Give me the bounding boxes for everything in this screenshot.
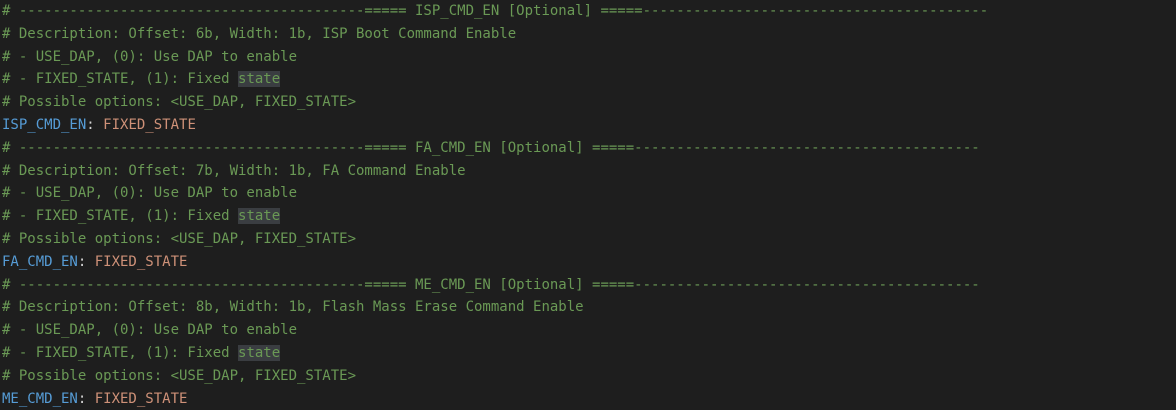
colon: : [86, 116, 104, 133]
config-line[interactable]: FA_CMD_EN: FIXED_STATE [0, 251, 1176, 274]
config-line[interactable]: ISP_CMD_EN: FIXED_STATE [0, 114, 1176, 137]
description-comment: # Description: Offset: 7b, Width: 1b, FA… [2, 162, 466, 179]
option-comment: # - FIXED_STATE, (1): Fixed state [0, 205, 1176, 228]
option-comment: # - FIXED_STATE, (1): Fixed state [0, 68, 1176, 91]
colon: : [77, 253, 95, 270]
option-text: # - FIXED_STATE, (1): Fixed [2, 344, 239, 361]
possible-options-comment: # Possible options: <USE_DAP, FIXED_STAT… [2, 230, 357, 247]
config-value: FIXED_STATE [103, 116, 196, 133]
colon: : [77, 390, 95, 407]
config-value: FIXED_STATE [94, 390, 188, 407]
option-comment: # - USE_DAP, (0): Use DAP to enable [2, 185, 298, 202]
option-text: # - FIXED_STATE, (1): Fixed [2, 208, 239, 225]
option-comment: # - USE_DAP, (0): Use DAP to enable [2, 322, 298, 339]
config-value: FIXED_STATE [94, 253, 188, 270]
word-highlight: state [238, 71, 281, 88]
config-key: ME_CMD_EN [2, 390, 78, 407]
possible-options-comment: # Possible options: <USE_DAP, FIXED_STAT… [2, 367, 357, 384]
config-key: ISP_CMD_EN [2, 116, 87, 133]
section-header-comment: # --------------------------------------… [2, 139, 980, 156]
config-key: FA_CMD_EN [2, 253, 78, 270]
code-editor[interactable]: # --------------------------------------… [0, 0, 1176, 410]
word-highlight: state [238, 344, 281, 361]
possible-options-comment: # Possible options: <USE_DAP, FIXED_STAT… [2, 94, 357, 111]
section-header-comment: # --------------------------------------… [2, 276, 980, 293]
word-highlight: state [238, 208, 281, 225]
option-comment: # - USE_DAP, (0): Use DAP to enable [2, 48, 298, 65]
description-comment: # Description: Offset: 8b, Width: 1b, Fl… [2, 299, 584, 316]
option-comment: # - FIXED_STATE, (1): Fixed state [0, 342, 1176, 365]
section-header-comment: # --------------------------------------… [2, 3, 989, 19]
description-comment: # Description: Offset: 6b, Width: 1b, IS… [2, 25, 517, 42]
config-line[interactable]: ME_CMD_EN: FIXED_STATE [0, 388, 1176, 410]
option-text: # - FIXED_STATE, (1): Fixed [2, 71, 239, 88]
